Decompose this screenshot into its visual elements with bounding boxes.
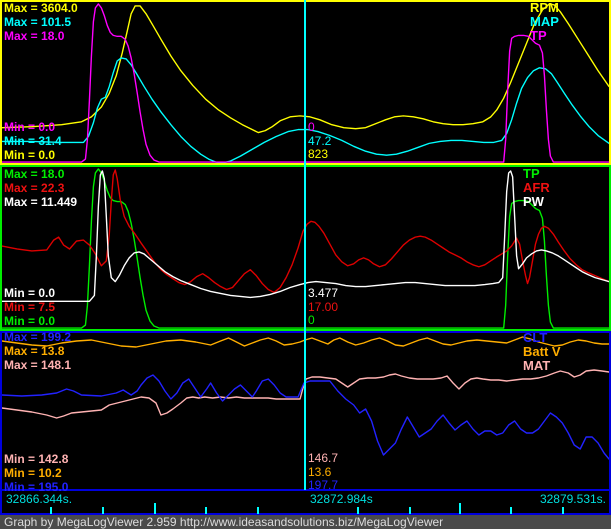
cursor-value: 197.7 [308,478,339,492]
min-label: Min = 195.0 [4,480,69,494]
legend-item-mat: MAT [523,358,551,373]
min-label: Min = 0.0 [4,120,56,134]
middle-cursor-values: 3.477 17.00 0 [308,286,339,328]
bottom-min-labels: Min = 142.8 Min = 10.2 Min = 195.0 [4,452,68,494]
time-tick [102,507,104,514]
max-label: Max = 3604.0 [4,1,78,15]
legend-item-afr: AFR [523,180,550,195]
legend-item-clt: CLT [523,330,548,345]
time-label-start: 32866.344s. [6,492,73,506]
legend-item-tp: TP [523,166,540,181]
time-tick [257,507,259,514]
cursor-value: 13.6 [308,464,332,479]
time-tick [510,507,512,514]
middle-legend: TP AFR PW [523,167,550,209]
top-max-labels: Max = 3604.0 Max = 101.5 Max = 18.0 [4,1,78,43]
time-label-end: 32879.531s. [539,492,606,506]
top-legend: RPM MAP TP [530,1,559,43]
time-tick [562,507,564,514]
min-label: Min = 0.0 [4,148,56,162]
megalogviewer-graph-window: 32866.344s. 32872.984s 32879.531s. Max =… [0,0,611,529]
max-label: Max = 11.449 [4,195,78,209]
graph-cursor-line[interactable] [304,0,306,490]
min-label: Min = 0.0 [4,314,56,328]
legend-item-battv: Batt V [523,344,561,359]
min-label: Min = 31.4 [4,134,62,148]
status-bar-text: Graph by MegaLogViewer 2.959 http://www.… [4,515,444,529]
max-label: Max = 148.1 [4,358,72,372]
max-label: Max = 199.2 [4,330,72,344]
max-label: Max = 22.3 [4,181,65,195]
max-label: Max = 101.5 [4,15,72,29]
legend-item-map: MAP [530,14,559,29]
cursor-value: 0 [308,313,315,327]
legend-item-rpm: RPM [530,0,559,15]
max-label: Max = 13.8 [4,344,65,358]
time-label-cursor: 32872.984s [310,492,373,506]
top-min-labels: Min = 0.0 Min = 31.4 Min = 0.0 [4,120,62,162]
bottom-cursor-values: 146.7 13.6 197.7 [308,451,339,493]
time-tick [50,507,52,514]
status-bar: Graph by MegaLogViewer 2.959 http://www.… [0,515,611,529]
min-label: Min = 10.2 [4,466,62,480]
time-tick [459,503,461,514]
bottom-legend: CLT Batt V MAT [523,331,561,373]
cursor-value: 823 [308,147,329,161]
legend-item-tp: TP [530,28,547,43]
legend-item-pw: PW [523,194,544,209]
cursor-value: 3.477 [308,286,339,300]
cursor-value: 17.00 [308,299,339,314]
time-tick [205,507,207,514]
time-axis: 32866.344s. 32872.984s 32879.531s. [2,491,609,514]
min-label: Min = 7.5 [4,300,56,314]
time-tick [409,507,411,514]
cursor-value: 0 [308,120,315,134]
time-tick [154,503,156,514]
cursor-value: 47.2 [308,133,332,148]
middle-max-labels: Max = 18.0 Max = 22.3 Max = 11.449 [4,167,77,209]
cursor-value: 146.7 [308,451,339,465]
top-cursor-values: 0 47.2 823 [308,120,332,162]
bottom-max-labels: Max = 199.2 Max = 13.8 Max = 148.1 [4,330,71,372]
min-label: Min = 0.0 [4,286,56,300]
time-tick [357,507,359,514]
min-label: Min = 142.8 [4,452,69,466]
max-label: Max = 18.0 [4,167,65,181]
max-label: Max = 18.0 [4,29,65,43]
middle-min-labels: Min = 0.0 Min = 7.5 Min = 0.0 [4,286,55,328]
